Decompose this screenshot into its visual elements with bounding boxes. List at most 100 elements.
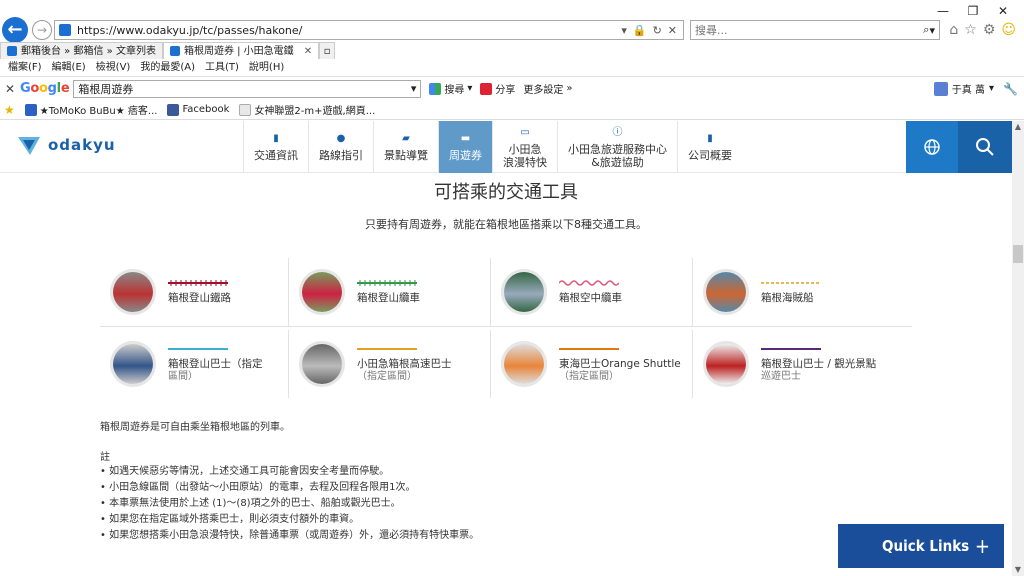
odakyu-logo[interactable]: odakyu [16,133,116,157]
nav-item-1[interactable]: ● 路線指引 [308,121,373,173]
nav-item-5[interactable]: ⓘ 小田急旅遊服務中心 &旅遊協助 [557,121,677,173]
close-toolbar-icon[interactable]: ✕ [0,82,20,96]
nav-item-2[interactable]: ▰ 景點導覽 [373,121,438,173]
google-search-input[interactable]: 箱根周遊券 ▾ [73,79,422,98]
user-name: 于真 萬 [951,85,985,96]
minimize-button[interactable]: — [930,2,956,20]
main-content: 可搭乘的交通工具 只要持有周遊券，就能在箱根地區搭乘以下8種交通工具。 箱根登山… [0,174,1012,576]
tab-label: 箱根周遊券 | 小田急電鐵 [183,45,294,57]
favorite-icon [24,103,37,116]
menu-favorites[interactable]: 我的最愛(A) [140,59,195,76]
transport-item: 小田急箱根高速巴士 （指定區間） [288,330,490,398]
close-icon[interactable]: ✕ [304,43,312,60]
pass-description: 箱根周遊券是可自由乘坐箱根地區的列車。 [100,422,290,433]
quick-links-label: Quick Links [882,537,970,555]
google-query-text: 箱根周遊券 [78,82,134,96]
train-icon: ▮ [273,133,279,144]
nav-item-label: 周遊券 [449,149,482,162]
note-item: • 本車票無法使用於上述 (1)～(8)項之外的巴士、船舶或觀光巴士。 [100,498,401,509]
scroll-up-icon[interactable]: ▲ [1012,121,1024,133]
browser-search-input[interactable] [695,23,924,37]
transport-note: （指定區間） [559,371,619,382]
route-line-marker [559,348,619,350]
favorites-star-icon[interactable]: ★ [4,103,15,117]
favorite-facebook[interactable]: Facebook [167,103,230,116]
more-settings-button[interactable]: 更多設定» [523,81,572,96]
transport-item: 箱根海賊船 [692,258,912,326]
transport-photo [299,341,345,387]
new-tab-button[interactable]: ▫ [319,42,336,59]
nav-item-6[interactable]: ▮ 公司概要 [677,121,742,173]
wrench-icon[interactable]: 🔧 [1003,82,1018,96]
favorite-label: Facebook [182,104,230,115]
plus-icon: + [974,534,990,558]
star-icon[interactable]: ☆ [964,22,977,38]
note-item: • 如遇天候惡劣等情況，上述交通工具可能會因安全考量而停駛。 [100,466,390,477]
building-icon: ▮ [707,133,713,144]
nav-item-label: 景點導覽 [384,149,428,162]
tab-mailbox[interactable]: 郵箱後台 » 郵箱信 » 文章列表 [0,42,163,59]
nav-item-3[interactable]: ▬ 周遊券 [438,121,492,173]
site-search-button[interactable] [958,121,1012,173]
tab-favicon-icon [169,46,180,56]
transport-item: 箱根登山纜車 [288,258,490,326]
smiley-icon[interactable]: ☺ [1001,22,1016,38]
menu-view[interactable]: 檢視(V) [96,59,131,76]
site-favicon-icon [59,24,71,36]
nav-item-4[interactable]: ▭ 小田急 浪漫特快 [492,121,557,173]
share-label: 分享 [495,85,516,96]
share-icon [480,82,493,95]
restore-button[interactable]: ❐ [960,2,986,20]
home-icon[interactable]: ⌂ [949,22,958,38]
transport-photo [703,341,749,387]
close-window-button[interactable]: ✕ [990,2,1016,20]
refresh-icon[interactable]: ↻ [653,24,662,37]
menu-bar: 檔案(F) 編輯(E) 檢視(V) 我的最愛(A) 工具(T) 說明(H) [0,59,1024,76]
menu-tools[interactable]: 工具(T) [205,59,239,76]
address-bar[interactable]: https://www.odakyu.jp/tc/passes/hakone/ … [54,20,684,40]
note-item: • 如果您在指定區域外搭乘巴士，則必須支付額外的車資。 [100,514,360,525]
url-text[interactable]: https://www.odakyu.jp/tc/passes/hakone/ [77,24,621,37]
window-controls: — ❐ ✕ [930,2,1016,20]
facebook-icon [167,103,180,116]
map-icon: ▰ [402,133,410,144]
gear-icon[interactable]: ⚙ [983,22,996,38]
quick-links-button[interactable]: Quick Links + [838,524,1004,568]
nav-item-0[interactable]: ▮ 交通資訊 [243,121,308,173]
language-button[interactable] [906,121,958,173]
menu-file[interactable]: 檔案(F) [8,59,42,76]
back-button[interactable]: ← [2,17,28,43]
logo-text: odakyu [48,136,116,154]
lock-icon[interactable]: 🔒 [633,24,647,37]
google-search-button[interactable]: 搜尋 ▾ [429,81,472,96]
google-toolbar: ✕ Google 箱根周遊券 ▾ 搜尋 ▾ 分享 更多設定» 于真 萬 ▾ 🔧 [0,76,1024,100]
route-line-marker [168,280,228,286]
chevron-down-icon[interactable]: ▾ [929,24,935,37]
dropdown-icon[interactable]: ▾ [621,24,627,37]
scroll-down-icon[interactable]: ▼ [1012,564,1024,576]
transport-label: 箱根空中纜車 [559,292,622,304]
transport-photo [299,269,345,315]
close-icon[interactable]: ✕ [668,24,677,37]
favorite-game[interactable]: 女神聯盟2-m+遊戲,網頁... [239,102,375,117]
page-scrollbar[interactable]: ▲ ▼ [1012,121,1024,576]
forward-button[interactable]: → [32,20,52,40]
transport-photo [110,269,156,315]
scroll-thumb[interactable] [1013,245,1023,263]
menu-edit[interactable]: 編輯(E) [52,59,86,76]
favorite-label: 女神聯盟2-m+遊戲,網頁... [254,106,376,117]
main-nav: ▮ 交通資訊 ● 路線指引 ▰ 景點導覽 ▬ 周遊券 ▭ 小田急 浪漫特快 ⓘ 小田急旅遊服務中心 &… [243,121,742,173]
share-button[interactable]: 分享 [480,81,515,96]
transport-label: 箱根海賊船 [761,292,814,304]
nav-item-label: 小田急 浪漫特快 [503,142,547,169]
browser-search-box[interactable]: ⌕ ▾ [690,20,940,40]
tab-label: 郵箱後台 » 郵箱信 » 文章列表 [21,45,156,57]
user-account-button[interactable]: 于真 萬 ▾ [933,81,994,96]
tab-hakone[interactable]: 箱根周遊券 | 小田急電鐵 ✕ [162,42,320,60]
google-logo: Google [20,81,70,96]
tab-favicon-icon [7,46,17,56]
favorite-tomoko[interactable]: ★ToMoKo BuBu★ 痞客... [24,102,157,117]
chevron-down-icon[interactable]: ▾ [411,82,417,95]
menu-help[interactable]: 說明(H) [249,59,284,76]
route-line-marker [761,348,821,350]
